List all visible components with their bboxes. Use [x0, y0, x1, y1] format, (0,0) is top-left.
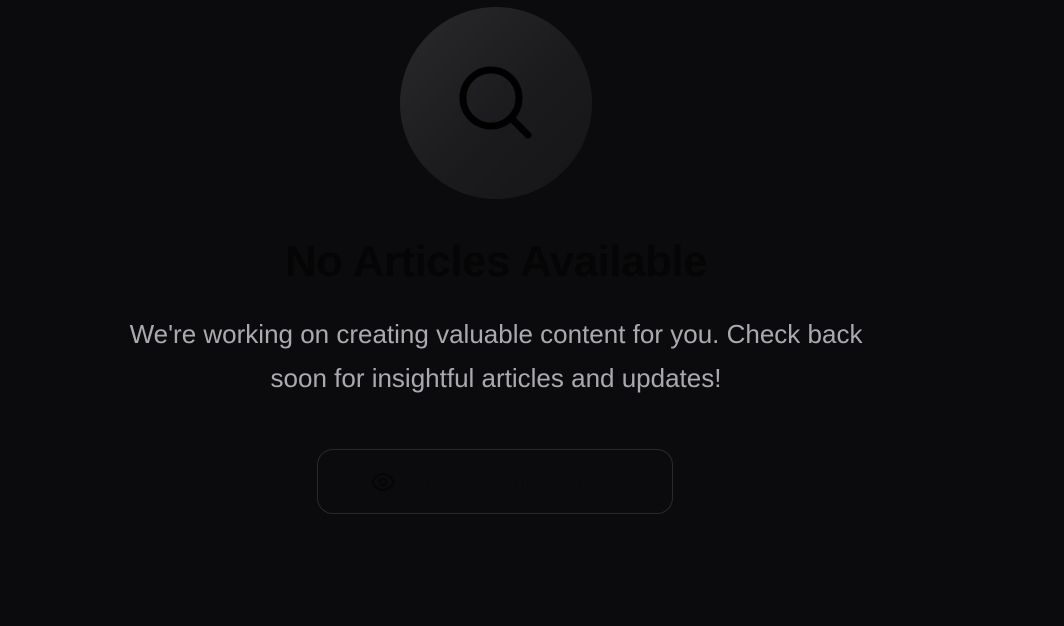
empty-state-description: We're working on creating valuable conte…: [129, 319, 863, 393]
search-icon: [459, 66, 532, 139]
search-icon-container: [400, 7, 592, 199]
browse-services-label: Browse Our Services: [413, 468, 621, 494]
browse-services-button[interactable]: Browse Our Services: [317, 449, 673, 514]
empty-state-title: No Articles Available: [284, 237, 708, 286]
empty-state-page: No Articles Available We're working on c…: [0, 0, 1064, 626]
eye-icon: [370, 472, 395, 491]
